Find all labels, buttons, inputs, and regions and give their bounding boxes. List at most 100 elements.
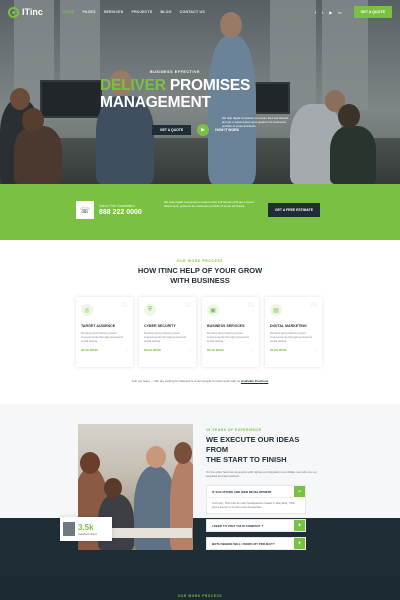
social-links: f t ▶ in [315,10,341,15]
person-head [174,442,192,464]
table-surface [108,528,192,538]
phone-icon: ☏ [79,205,90,215]
arrow-right-icon: → [251,348,254,352]
service-card[interactable]: ⛨ 02 CYBER SECURITY Develop and produce … [139,297,196,367]
logo-text: ITinc [22,7,43,17]
nav-item-home[interactable]: HOME [63,10,75,14]
nav-item-projects[interactable]: PROJECTS [131,10,152,14]
card-text: Develop and produce proven improvements … [270,331,312,343]
card-text: Develop and produce proven improvements … [207,331,249,343]
read-more-link[interactable]: READ MORE → [207,348,254,352]
bottom-eyebrow: OUR WORK PROCESS [177,594,223,598]
arrow-right-icon: → [188,348,191,352]
youtube-icon[interactable]: ▶ [329,10,332,15]
faq-item: I NEED TO VISIT YOUR COMPANY ? + [206,519,306,533]
faq-accordion: IT SOLUTIONS AND WEB DEVELOPMENT − Curre… [206,485,306,551]
top-nav: ITinc HOME PAGES SERVICES PROJECTS BLOG … [0,0,400,24]
stat-number: 3.5k [78,522,94,532]
phone-icon-box: ☏ [76,201,94,219]
about-title-line1: WE EXECUTE OUR IDEAS FROM [206,435,300,454]
hero-eyebrow: BUSINESS EFFECTIVE [150,70,200,74]
about-content: 10 YEARS OF EXPERIENCE WE EXECUTE OUR ID… [206,428,322,555]
card-number: 04 [310,303,317,309]
hero-title-part: PROMISES [165,77,251,94]
service-cards: ◎ 01 TARGET AUDIENCE Develop and produce… [76,297,324,367]
service-card[interactable]: ▣ 03 BUSINESS SERVICES Develop and produ… [202,297,259,367]
careers-line: Join our team — We are looking for talen… [0,379,400,383]
careers-text: Join our team — We are looking for talen… [131,379,241,383]
main-menu: HOME PAGES SERVICES PROJECTS BLOG CONTAC… [63,10,205,14]
nav-item-blog[interactable]: BLOG [160,10,171,14]
read-more-link[interactable]: READ MORE → [270,348,317,352]
person-head [146,446,166,468]
services-title-line2: WITH BUSINESS [170,276,230,285]
phone-number[interactable]: 888 222 0000 [99,209,142,216]
arrow-right-icon: → [314,348,317,352]
read-more-label: READ MORE [270,348,288,352]
card-title: BUSINESS SERVICES [207,324,245,328]
hero-quote-button[interactable]: GET A QUOTE [152,125,192,135]
get-quote-button[interactable]: GET A QUOTE [353,6,392,18]
about-description: On the other hand we denounce with right… [206,470,317,479]
nav-item-contact[interactable]: CONTACT US [180,10,205,14]
play-icon[interactable]: ▶ [197,124,210,136]
faq-question[interactable]: BOTH WHERE WILL I WORK MY PROJECT? + [207,538,305,550]
hero-heading-block: BUSINESS EFFECTIVE DELIVER PROMISES MANA… [100,70,300,111]
person-head [80,452,100,474]
faq-question-text: BOTH WHERE WILL I WORK MY PROJECT? [212,541,275,546]
services-eyebrow: OUR WORK PROCESS [176,259,224,263]
about-section: 3.5k Satisfied Client 10 YEARS OF EXPERI… [0,404,400,576]
faq-question[interactable]: I NEED TO VISIT YOUR COMPANY ? + [207,520,305,532]
expand-icon[interactable]: + [294,538,305,550]
read-more-link[interactable]: READ MORE → [144,348,191,352]
card-title: DIGITAL MARKETING [270,324,307,328]
faq-item: IT SOLUTIONS AND WEB DEVELOPMENT − Curre… [206,485,306,515]
faq-item: BOTH WHERE WILL I WORK MY PROJECT? + [206,537,306,551]
faq-question-text: IT SOLUTIONS AND WEB DEVELOPMENT [212,489,272,494]
band-description: We help digital companies to ensure thei… [164,200,254,209]
collapse-icon[interactable]: − [294,486,305,498]
twitter-icon[interactable]: t [322,10,323,15]
nav-item-services[interactable]: SERVICES [104,10,124,14]
avatar [63,522,75,536]
phone-card: ☏ Call us Free Consultation 888 222 0000 [76,199,156,221]
available-positions-link[interactable]: Available Positions [241,379,268,383]
stat-label: Satisfied Client [78,531,97,536]
consultation-band: ☏ Call us Free Consultation 888 222 0000… [0,184,400,240]
services-title: HOW ITINC HELP OF YOUR GROW WITH BUSINES… [0,266,400,286]
about-eyebrow: 10 YEARS OF EXPERIENCE [206,428,262,432]
read-more-label: READ MORE [207,348,225,352]
how-it-works-link[interactable]: HOW IT WORK [215,128,239,132]
faq-question[interactable]: IT SOLUTIONS AND WEB DEVELOPMENT − [207,486,305,498]
briefcase-icon: ▣ [207,304,219,316]
service-card[interactable]: ▤ 04 DIGITAL MARKETING Develop and produ… [265,297,322,367]
expand-icon[interactable]: + [294,520,305,532]
faq-answer: Currently, ITinc has its main headquarte… [207,497,305,513]
chart-icon: ▤ [270,304,282,316]
services-section: OUR WORK PROCESS HOW ITINC HELP OF YOUR … [0,240,400,404]
card-title: CYBER SECURITY [144,324,176,328]
shield-icon: ⛨ [144,304,156,316]
read-more-label: READ MORE [81,348,99,352]
call-label: Call us Free Consultation [99,204,135,208]
linkedin-icon[interactable]: in [338,10,341,15]
services-title-line1: HOW ITINC HELP OF YOUR GROW [137,266,263,275]
card-title: TARGET AUDIENCE [81,324,116,328]
faq-question-text: I NEED TO VISIT YOUR COMPANY ? [212,523,264,528]
read-more-label: READ MORE [144,348,162,352]
free-estimate-button[interactable]: GET A FREE ESTIMATE [268,203,320,217]
about-title-line2: THE START TO FINISH [206,455,287,464]
card-number: 02 [184,303,191,309]
hero-title-line2: MANAGEMENT [100,94,211,111]
card-number: 03 [247,303,254,309]
logo[interactable]: ITinc [8,6,43,18]
bottom-section: OUR WORK PROCESS [0,576,400,600]
facebook-icon[interactable]: f [315,10,316,15]
arrow-right-icon: → [125,348,128,352]
stat-card: 3.5k Satisfied Client [60,517,112,541]
hero-section: ITinc HOME PAGES SERVICES PROJECTS BLOG … [0,0,400,184]
read-more-link[interactable]: READ MORE → [81,348,128,352]
nav-item-pages[interactable]: PAGES [82,10,95,14]
hero-title: DELIVER PROMISES MANAGEMENT [100,77,300,111]
service-card[interactable]: ◎ 01 TARGET AUDIENCE Develop and produce… [76,297,133,367]
